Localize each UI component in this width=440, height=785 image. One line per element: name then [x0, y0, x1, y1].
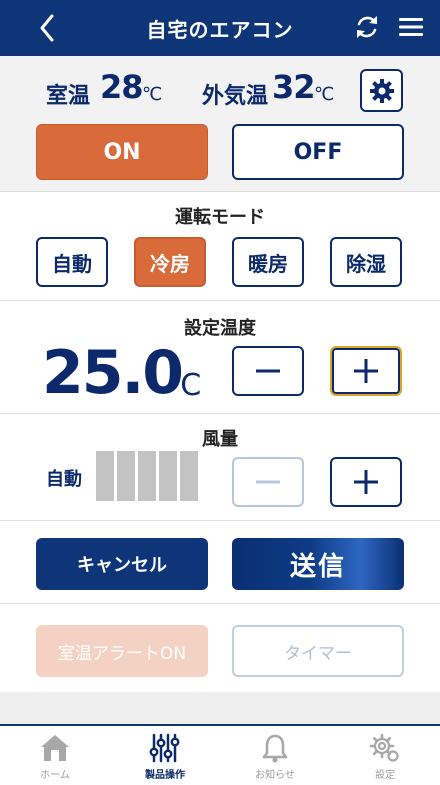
refresh-icon — [357, 16, 377, 38]
fan-mode-label: 自動 — [46, 469, 82, 490]
tab-product-control[interactable]: 製品操作 — [110, 732, 220, 784]
content-bottom-spacer — [0, 692, 440, 724]
room-temp-alert-button[interactable]: 室温アラートON — [36, 625, 208, 677]
room-temp-value: 28 — [100, 68, 144, 106]
send-button[interactable]: 送信 — [232, 538, 404, 590]
mode-auto-button[interactable]: 自動 — [36, 237, 108, 287]
outdoor-temp-unit: ℃ — [314, 84, 335, 105]
refresh-button[interactable] — [350, 10, 384, 44]
fan-section: 風量 自動 — [0, 415, 440, 521]
outdoor-temp-value: 32 — [272, 68, 316, 106]
option-section: 室温アラートON タイマー — [0, 605, 440, 692]
fan-title: 風量 — [202, 429, 238, 450]
settings-button[interactable] — [360, 69, 403, 112]
fan-level-bar — [159, 451, 177, 501]
mode-section: 運転モード 自動 冷房 暖房 除湿 — [0, 193, 440, 301]
tab-home-label: ホーム — [40, 770, 70, 781]
tab-settings[interactable]: 設定 — [330, 732, 440, 784]
fan-increase-button[interactable] — [330, 457, 402, 507]
action-section: キャンセル 送信 — [0, 522, 440, 604]
mode-dry-button[interactable]: 除湿 — [330, 237, 402, 287]
fan-level-bar — [117, 451, 135, 501]
gear-icon — [369, 78, 394, 103]
tab-product-control-label: 製品操作 — [145, 770, 185, 781]
mode-title: 運転モード — [175, 207, 265, 228]
tab-settings-label: 設定 — [375, 770, 395, 781]
room-temp-unit: ℃ — [142, 84, 163, 105]
setpoint-section: 設定温度 25.0 ℃ — [0, 302, 440, 414]
setpoint-unit: ℃ — [168, 368, 202, 403]
menu-button[interactable] — [394, 10, 428, 44]
fan-level-bar — [180, 451, 198, 501]
fan-level-bar — [96, 451, 114, 501]
tab-notifications-label: お知らせ — [255, 770, 295, 781]
status-panel: 室温 28 ℃ 外気温 32 ℃ ON OFF — [0, 56, 440, 192]
home-icon — [41, 735, 69, 761]
setpoint-title: 設定温度 — [184, 318, 256, 339]
gear-icon — [369, 733, 399, 762]
tab-home[interactable]: ホーム — [0, 732, 110, 784]
temp-increase-button[interactable] — [330, 346, 402, 396]
sliders-icon — [149, 733, 180, 763]
fan-level-bar — [138, 451, 156, 501]
temp-decrease-button[interactable] — [232, 346, 304, 396]
outdoor-temp-label: 外気温 — [202, 84, 269, 109]
tab-notifications[interactable]: お知らせ — [220, 732, 330, 784]
minus-icon — [256, 369, 280, 373]
plus-icon — [354, 359, 378, 383]
minus-icon — [256, 480, 280, 484]
bottom-tab-bar: ホーム 製品操作 お知らせ 設定 — [0, 724, 440, 785]
setpoint-value: 25.0 — [42, 338, 184, 408]
mode-heat-button[interactable]: 暖房 — [232, 237, 304, 287]
mode-cool-button[interactable]: 冷房 — [134, 237, 206, 287]
timer-button[interactable]: タイマー — [232, 625, 404, 677]
fan-decrease-button[interactable] — [232, 457, 304, 507]
bell-icon — [262, 734, 288, 763]
power-on-button[interactable]: ON — [36, 124, 208, 180]
cancel-button[interactable]: キャンセル — [36, 538, 208, 590]
app-header: 自宅のエアコン — [0, 0, 440, 56]
plus-icon — [354, 470, 378, 494]
power-off-button[interactable]: OFF — [232, 124, 404, 180]
room-temp-label: 室温 — [46, 84, 91, 109]
hamburger-icon — [399, 18, 423, 36]
